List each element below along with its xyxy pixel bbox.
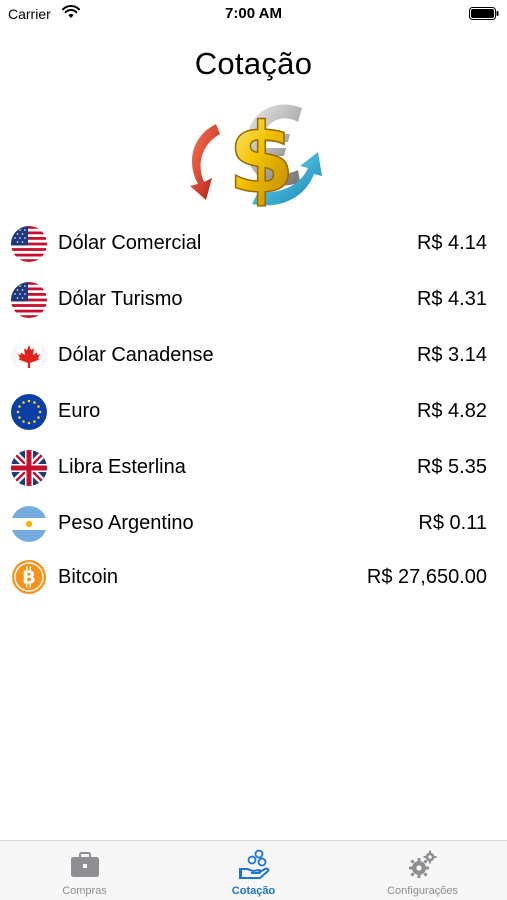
- bitcoin-icon: B: [12, 560, 46, 594]
- page-title: Cotação: [194, 46, 313, 81]
- rate-name: Dólar Turismo: [58, 288, 183, 310]
- rate-value: R$ 4.82: [416, 400, 487, 422]
- rate-row-dolar-canadense[interactable]: Dólar Canadense R$ 3.14: [0, 328, 507, 384]
- rate-name: Peso Argentino: [58, 512, 194, 534]
- tab-label: Compras: [62, 885, 107, 897]
- status-time: 7:00 AM: [225, 5, 282, 22]
- rates-list: Dólar Comercial R$ 4.14 Dólar Turismo R$…: [0, 216, 507, 602]
- gears-icon: [409, 850, 437, 878]
- tab-label: Cotação: [231, 885, 276, 897]
- rate-value: R$ 0.11: [418, 512, 487, 534]
- svg-text:$: $: [228, 103, 295, 214]
- rate-row-libra-esterlina[interactable]: Libra Esterlina R$ 5.35: [0, 440, 507, 496]
- rate-name: Dólar Comercial: [58, 232, 202, 254]
- uk-flag-icon: [11, 450, 47, 486]
- rate-row-dolar-turismo[interactable]: Dólar Turismo R$ 4.31: [0, 272, 507, 328]
- tab-compras[interactable]: Compras: [0, 841, 169, 900]
- rate-name: Libra Esterlina: [58, 456, 186, 478]
- status-bar: Carrier 7:00 AM: [0, 0, 507, 28]
- rate-name: Dólar Canadense: [58, 344, 214, 366]
- canada-flag-icon: [11, 338, 47, 374]
- money-hand-icon: [239, 849, 270, 879]
- currency-exchange-icon: $: [190, 102, 322, 214]
- rate-value: R$ 4.31: [416, 288, 487, 310]
- rate-name: Euro: [58, 400, 101, 422]
- rate-row-dolar-comercial[interactable]: Dólar Comercial R$ 4.14: [0, 216, 507, 272]
- tab-cotacao[interactable]: Cotação: [169, 841, 338, 900]
- tab-bar: Compras Cotação Configurações: [0, 840, 507, 900]
- rate-row-euro[interactable]: Euro R$ 4.82: [0, 384, 507, 440]
- svg-text:B: B: [22, 568, 36, 589]
- rate-value: R$ 5.35: [416, 456, 487, 478]
- rate-value: R$ 4.14: [416, 232, 487, 254]
- rate-name: Bitcoin: [58, 566, 119, 588]
- us-flag-icon: [11, 226, 47, 262]
- briefcase-icon: [71, 852, 99, 877]
- tab-configuracoes[interactable]: Configurações: [338, 841, 507, 900]
- rate-value: R$ 3.14: [416, 344, 487, 366]
- battery-icon: [469, 7, 499, 20]
- tab-label: Configurações: [387, 885, 458, 897]
- us-flag-icon: [11, 282, 47, 318]
- eu-flag-icon: [11, 394, 47, 430]
- rate-row-bitcoin[interactable]: B Bitcoin R$ 27,650.00: [0, 552, 507, 602]
- rate-row-peso-argentino[interactable]: Peso Argentino R$ 0.11: [0, 496, 507, 552]
- rate-value: R$ 27,650.00: [366, 566, 487, 588]
- argentina-flag-icon: [11, 506, 47, 542]
